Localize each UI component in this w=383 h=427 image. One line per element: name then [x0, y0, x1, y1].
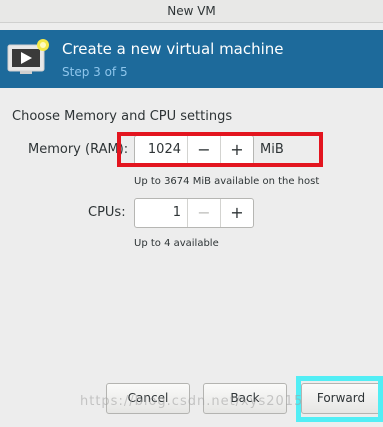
watermark: https://blog.csdn.net/xys2015 [80, 394, 304, 409]
wizard-banner: Create a new virtual machine Step 3 of 5 [0, 30, 383, 88]
cpus-spinbutton[interactable]: 1 − + [134, 198, 254, 228]
cpus-value[interactable]: 1 [135, 199, 187, 227]
wizard-step: Step 3 of 5 [62, 65, 128, 79]
memory-highlight-box [117, 132, 323, 167]
cpus-label: CPUs: [88, 205, 126, 220]
wizard-title: Create a new virtual machine [62, 40, 284, 58]
window-titlebar: New VM [0, 0, 383, 23]
section-title: Choose Memory and CPU settings [12, 109, 233, 124]
cpus-hint: Up to 4 available [134, 238, 219, 249]
new-vm-monitor-icon [7, 39, 49, 74]
cpus-increment-button[interactable]: + [220, 199, 253, 227]
forward-highlight-box [296, 376, 383, 422]
memory-hint: Up to 3674 MiB available on the host [134, 176, 320, 187]
memory-label: Memory (RAM): [28, 142, 129, 157]
cpus-decrement-button[interactable]: − [187, 199, 220, 227]
window-title: New VM [167, 4, 216, 18]
